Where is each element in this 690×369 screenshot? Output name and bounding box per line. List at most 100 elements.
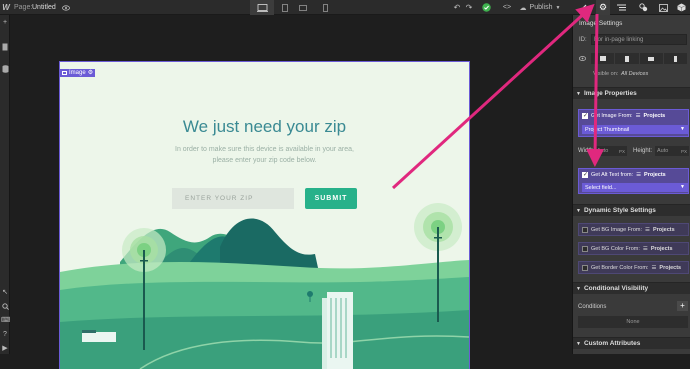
assets-icon[interactable] [656,0,670,15]
chevron-down-icon: ▼ [555,4,561,11]
image-properties-header[interactable]: ▼ Image Properties [573,87,690,99]
pages-icon[interactable] [1,43,9,51]
caret-down-icon: ▼ [576,90,581,97]
top-toolbar: W Page: Untitled ↶ ↷ <> ☁ Publish ▼ ⚙ [0,0,690,15]
projects-label: Projects [659,264,682,271]
settings-panel: Image Settings ID: For in-page linking V… [572,15,690,354]
page-label: Page: [14,4,33,11]
conditional-visibility-label: Conditional Visibility [583,285,649,292]
desktop-toggle-icon[interactable] [591,53,616,64]
cursor-select-icon[interactable]: ↖ [1,289,9,297]
bg-color-row[interactable]: Get BG Color From: ☰ Projects [578,242,689,255]
image-properties-label: Image Properties [583,90,637,97]
visible-on-label: Visible on: [593,71,619,77]
projects-label: Projects [644,172,666,178]
keyboard-icon[interactable]: ⌨ [1,317,11,325]
left-toolbar: + ↖ ⌨ ? ▶ [0,15,11,354]
navigator-icon[interactable] [614,0,628,15]
conditions-value: None [578,316,688,328]
select-field-placeholder: Select field... [585,184,617,191]
custom-attributes-label: Custom Attributes [583,340,641,347]
id-input[interactable]: For in-page linking [591,34,687,45]
caret-down-icon: ▼ [576,207,581,214]
interactions-icon[interactable] [636,0,650,15]
height-unit[interactable]: PX [681,149,687,154]
add-condition-button[interactable]: + [677,301,688,311]
width-label: Width [578,148,594,154]
tablet-toggle-icon[interactable] [615,53,640,64]
bg-image-label: Get BG Image From: [591,226,643,233]
get-image-from-row: Get Image From: ☰ Projects [582,112,666,119]
image-tag-label: Image [69,70,86,76]
border-color-label: Get Border Color From: [591,264,649,271]
page-name[interactable]: Untitled [32,0,56,15]
video-icon[interactable]: ▶ [1,345,9,353]
height-input[interactable]: Auto PX [655,146,689,156]
get-image-from-box: Get Image From: ☰ Projects Project Thumb… [578,109,689,137]
border-color-checkbox[interactable] [582,264,588,271]
image-field-select[interactable]: Project Thumbnail ▼ [582,125,688,134]
panel-title: Image Settings [579,20,623,27]
redo-icon[interactable]: ↷ [464,0,474,15]
custom-attributes-header[interactable]: ▼ Custom Attributes [573,337,690,349]
undo-icon[interactable]: ↶ [452,0,462,15]
collection-icon: ☰ [645,226,650,233]
bg-image-checkbox[interactable] [582,226,588,233]
collection-icon: ☰ [642,245,648,252]
image-field-value: Project Thumbnail [585,126,630,133]
publish-button[interactable]: ☁ Publish ▼ [519,0,561,15]
projects-label: Projects [643,113,666,119]
caret-down-icon: ▼ [576,340,581,347]
width-auto-value: Auto [597,148,609,154]
alt-text-field-select[interactable]: Select field... ▼ [582,183,688,192]
style-brush-icon[interactable] [576,0,590,15]
device-visibility-toggles[interactable] [591,53,687,64]
bg-color-label: Get BG Color From: [591,245,640,252]
cloud-icon: ☁ [519,4,527,12]
tablet-landscape-view-icon[interactable] [296,0,310,15]
dynamic-style-label: Dynamic Style Settings [583,207,656,214]
tablet-view-icon[interactable] [278,0,292,15]
visible-on-value: All Devices [621,71,649,77]
width-unit[interactable]: PX [619,149,625,154]
caret-down-icon: ▼ [576,285,581,292]
get-alt-text-row: Get Alt Text from: ☰ Projects [582,171,666,178]
add-element-icon[interactable]: + [1,19,9,27]
cms-cube-icon[interactable] [674,0,688,15]
database-icon[interactable] [1,65,9,73]
eye-preview-icon[interactable] [60,0,72,15]
desktop-view-icon[interactable] [250,0,274,15]
projects-label: Projects [650,245,673,252]
id-label: ID: [579,37,587,43]
chevron-down-icon: ▼ [680,184,685,190]
image-frame[interactable]: We just need your zip In order to make s… [59,61,470,369]
landscape-toggle-icon[interactable] [640,53,664,64]
get-image-checkbox[interactable] [582,112,588,119]
code-export-icon[interactable]: <> [500,0,514,15]
gear-icon[interactable]: ⚙ [88,69,93,77]
image-icon [62,71,67,75]
get-alt-text-checkbox[interactable] [582,171,588,178]
mobile-view-icon[interactable] [318,0,332,15]
get-image-from-label: Get Image From: [591,113,633,119]
conditions-label: Conditions [578,304,607,310]
design-canvas[interactable]: We just need your zip In order to make s… [10,15,572,369]
visibility-eye-icon[interactable] [578,56,587,63]
border-color-row[interactable]: Get Border Color From: ☰ Projects [578,261,689,274]
landscape-illustration [60,203,469,369]
help-icon[interactable]: ? [1,331,9,339]
bg-image-row[interactable]: Get BG Image From: ☰ Projects [578,223,689,236]
publish-label: Publish [529,4,553,11]
collection-icon: ☰ [636,172,642,178]
conditional-visibility-header[interactable]: ▼ Conditional Visibility [573,282,690,294]
width-input[interactable]: Auto PX [595,146,627,156]
bg-color-checkbox[interactable] [582,245,588,252]
settings-gear-icon[interactable]: ⚙ [596,0,610,15]
dynamic-style-header[interactable]: ▼ Dynamic Style Settings [573,204,690,216]
webflow-logo-icon[interactable]: W [1,0,11,15]
search-icon[interactable] [1,303,9,311]
get-alt-text-label: Get Alt Text from: [591,172,634,178]
get-alt-text-box: Get Alt Text from: ☰ Projects Select fie… [578,168,689,194]
phone-toggle-icon[interactable] [664,53,687,64]
image-element-tag[interactable]: Image ⚙ [60,69,96,77]
